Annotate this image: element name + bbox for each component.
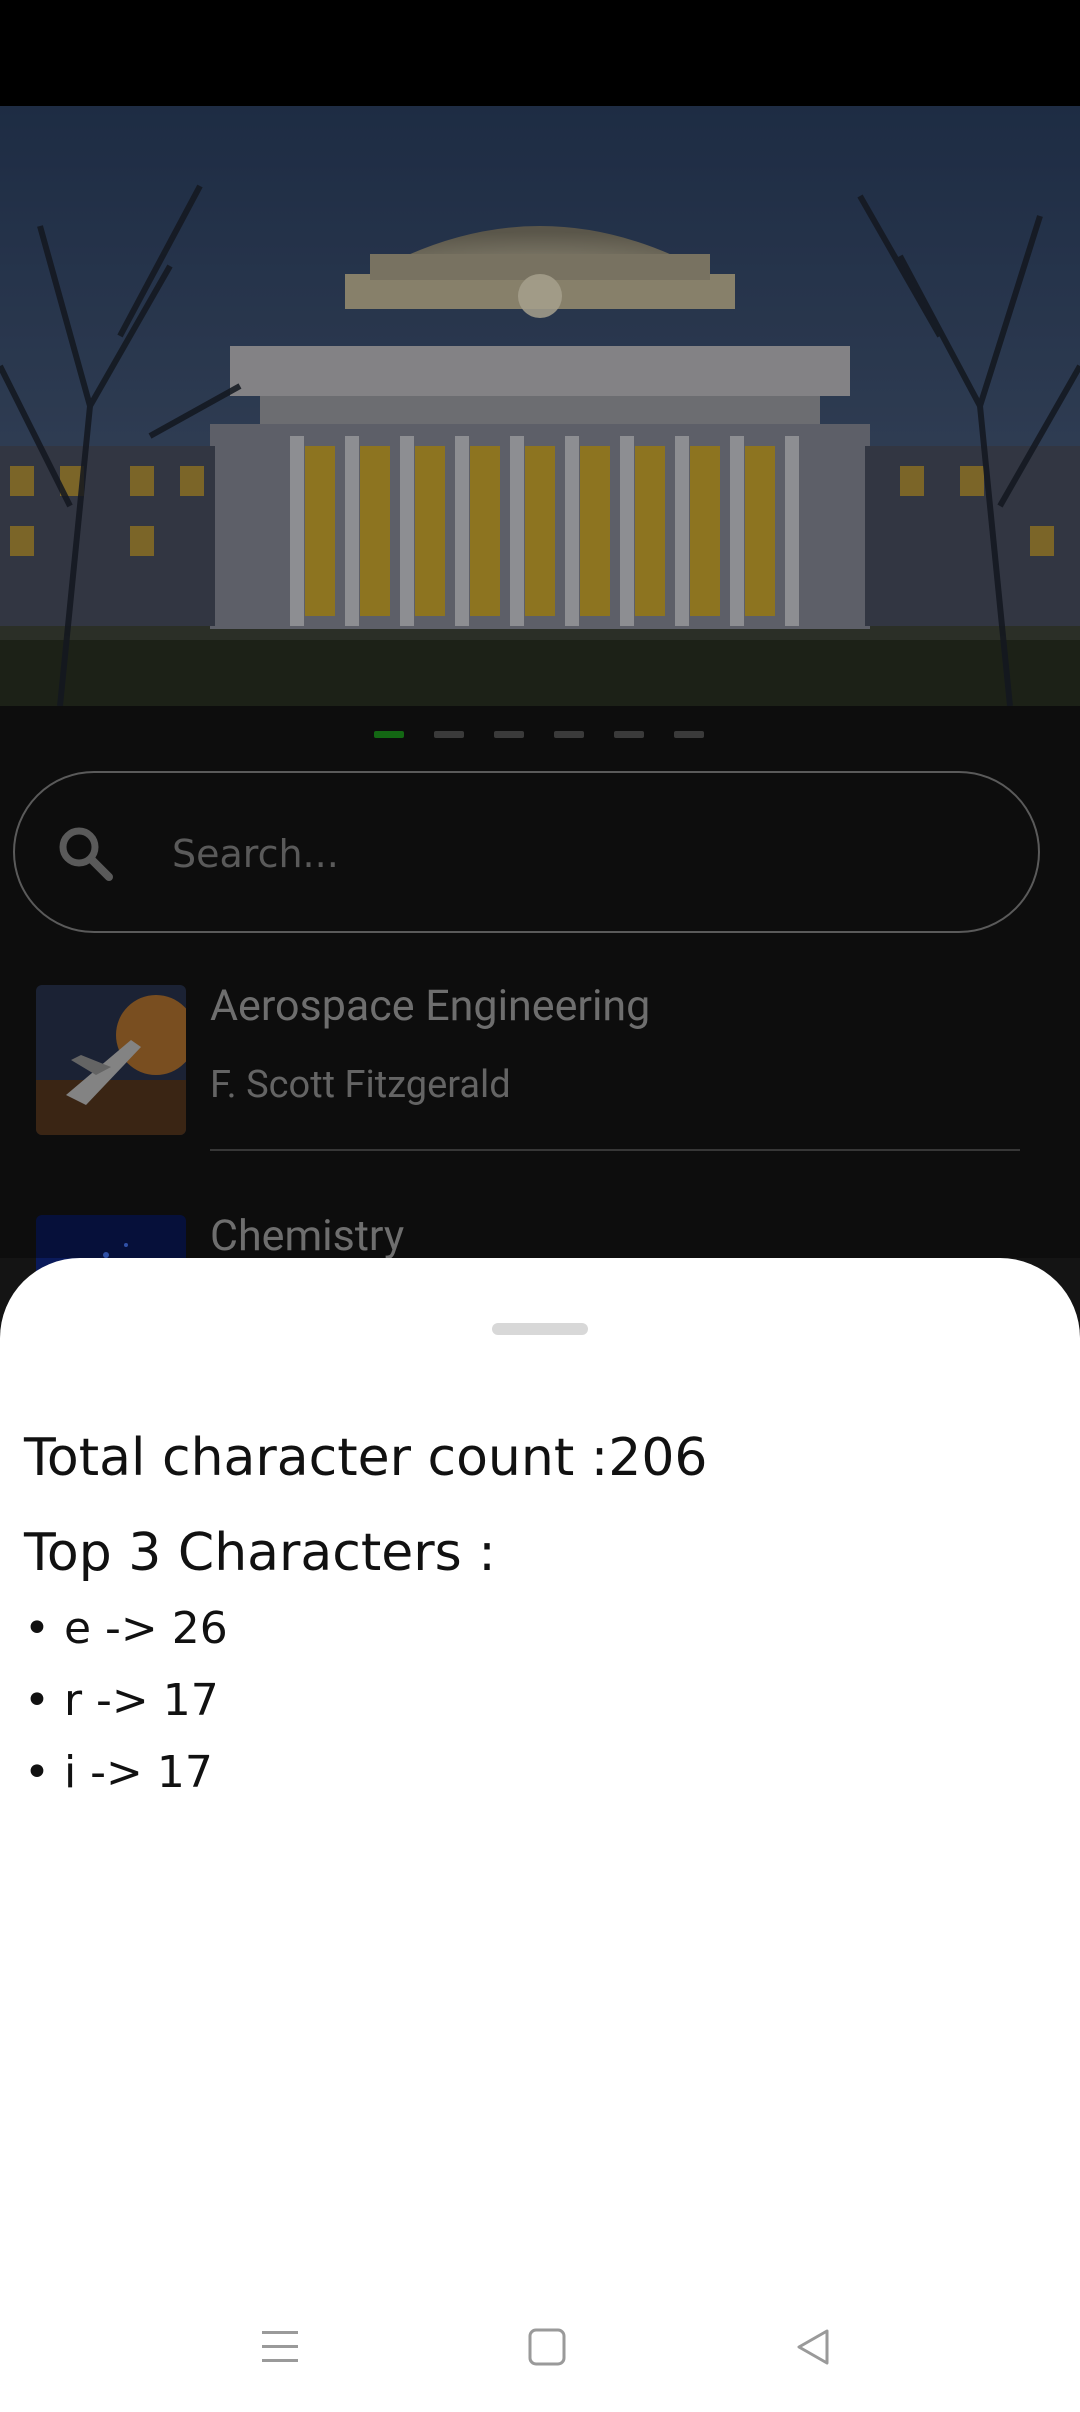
bottom-sheet: Total character count :206 Top 3 Charact… xyxy=(0,1258,1080,2412)
system-navigation-bar xyxy=(0,2282,1080,2412)
total-character-count: Total character count :206 xyxy=(24,1428,708,1488)
drag-handle[interactable] xyxy=(492,1323,588,1335)
menu-icon[interactable] xyxy=(240,2307,320,2387)
home-square-icon[interactable] xyxy=(507,2307,587,2387)
scrim-overlay[interactable] xyxy=(0,0,1080,1258)
back-triangle-icon[interactable] xyxy=(773,2307,853,2387)
top-characters-heading: Top 3 Characters : xyxy=(24,1523,496,1583)
top-character-item: • e -> 26 xyxy=(24,1603,228,1654)
top-character-item: • r -> 17 xyxy=(24,1675,219,1726)
top-character-item: • i -> 17 xyxy=(24,1747,213,1798)
